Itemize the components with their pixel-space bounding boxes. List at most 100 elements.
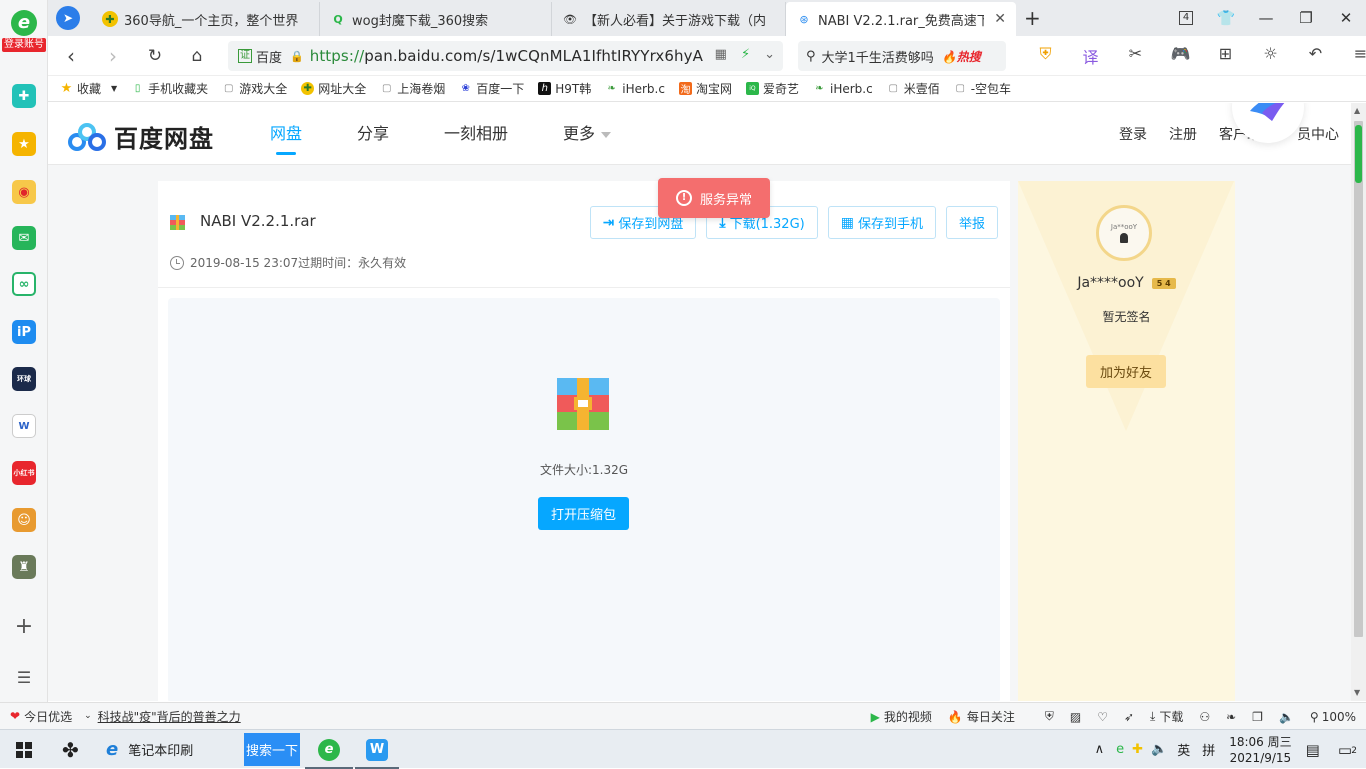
register-link[interactable]: 注册 [1169, 124, 1197, 144]
close-window-icon[interactable]: ✕ [1326, 9, 1366, 27]
tab-360-nav[interactable]: ✚ 360导航_一个主页，整个世界 [92, 2, 320, 36]
my-video[interactable]: ▶ 我的视频 [871, 708, 932, 725]
bookmark-taobao[interactable]: 淘淘宝网 [678, 80, 732, 97]
forward-icon[interactable]: › [100, 44, 126, 68]
leaf-icon[interactable]: ❧ [1226, 710, 1236, 724]
zoom-control[interactable]: ⚲ 100% [1310, 710, 1356, 724]
avatar[interactable]: Ja**ooY [1096, 205, 1152, 261]
home-icon[interactable]: ⌂ [184, 44, 210, 68]
bookmark-iherb-2[interactable]: ❧ iHerb.c [813, 82, 872, 96]
scissors-icon[interactable]: ✂ [1113, 44, 1158, 68]
add-sidebar-app-icon[interactable]: + [12, 614, 36, 639]
shield-ext-icon[interactable]: ⛨ [1023, 44, 1068, 68]
nav-album[interactable]: 一刻相册 [444, 103, 508, 165]
back-icon[interactable]: ‹ [58, 44, 84, 68]
taskbar-wps[interactable]: W [366, 730, 388, 769]
rocket-icon[interactable]: ➶ [1124, 710, 1134, 724]
qr-code-icon[interactable]: ▦ [715, 47, 727, 62]
fan-app-icon[interactable]: ✤ [62, 730, 79, 769]
bookmark-iherb-1[interactable]: ❧ iHerb.c [605, 82, 665, 96]
plus-health-icon[interactable]: ✚ [12, 84, 36, 108]
ime-lang[interactable]: 英 [1177, 740, 1190, 759]
window-icon[interactable]: ❐ [1252, 710, 1263, 724]
notification-center-icon[interactable]: ▭ 2 [1338, 741, 1357, 759]
notes-icon[interactable]: ▤ [1306, 741, 1320, 759]
scroll-thumb[interactable] [1354, 121, 1363, 637]
bookmark-iqiyi[interactable]: iQ 爱奇艺 [745, 80, 799, 97]
tab-wog-search[interactable]: Q wog封魔下载_360搜索 [320, 2, 552, 36]
taskbar-360-browser[interactable]: e [318, 730, 340, 769]
image-icon[interactable]: ▨ [1070, 710, 1081, 724]
bird-widget-icon[interactable] [1232, 103, 1304, 143]
add-friend-button[interactable]: 加为好友 [1086, 355, 1166, 388]
speed-mode-icon[interactable]: ⚡ [741, 47, 750, 62]
scroll-up-icon[interactable]: ▲ [1354, 106, 1360, 115]
gamepad-icon[interactable]: ⚇ [1199, 710, 1210, 724]
bookmark-h9t[interactable]: h H9T韩 [538, 80, 591, 97]
game-avatar-icon[interactable]: ☺ [12, 508, 36, 532]
new-tab-icon[interactable]: + [1024, 6, 1041, 30]
open-archive-button[interactable]: 打开压缩包 [538, 497, 629, 530]
star-favorites-icon[interactable]: ★ [12, 132, 36, 156]
tab-newbie-guide[interactable]: 👁 【新人必看】关于游戏下载（内 [552, 2, 786, 36]
minimize-icon[interactable]: — [1246, 9, 1286, 27]
news-ticker[interactable]: ⌄ 科技战"疫"背后的普善之力 [84, 708, 241, 725]
bookmark-baidu[interactable]: ❀ 百度一下 [459, 80, 525, 97]
refresh-icon[interactable]: ↻ [142, 44, 168, 68]
heart-outline-icon[interactable]: ♡ [1097, 710, 1108, 724]
system-clock[interactable]: 18:06 周三 2021/9/15 [1229, 734, 1291, 766]
save-to-phone-button[interactable]: ▦ 保存到手机 [827, 206, 936, 239]
navigation-icon[interactable]: ➤ [56, 6, 80, 30]
tray-expand-icon[interactable]: ∧ [1095, 742, 1105, 757]
shirt-skin-icon[interactable]: 👕 [1206, 9, 1246, 27]
windows-start-icon[interactable] [16, 742, 32, 758]
url-dropdown-icon[interactable]: ⌄ [764, 47, 775, 62]
security-shield-icon[interactable]: ⛨ [1045, 709, 1054, 724]
bookmark-empty-package[interactable]: ▢ -空包车 [954, 80, 1011, 97]
tab-count-icon[interactable]: 4 [1179, 11, 1193, 25]
share-icon[interactable]: ∞ [12, 272, 36, 296]
nav-netdisk[interactable]: 网盘 [270, 103, 302, 165]
tray-360-safe-icon[interactable]: ✚ [1132, 742, 1143, 757]
mail-icon[interactable]: ✉ [12, 226, 36, 250]
sidebar-menu-icon[interactable]: ☰ [12, 665, 36, 689]
translate-icon[interactable]: 译 [1068, 44, 1113, 68]
xiaohongshu-icon[interactable]: 小红书 [12, 461, 36, 485]
restore-icon[interactable]: ❐ [1286, 9, 1326, 27]
ime-mode[interactable]: 拼 [1202, 740, 1215, 759]
weibo-icon[interactable]: ◉ [12, 180, 36, 204]
close-tab-icon[interactable]: ✕ [994, 11, 1006, 27]
login-link[interactable]: 登录 [1119, 124, 1147, 144]
tab-baidu-pan[interactable]: ⊛ NABI V2.2.1.rar_免费高速下载 ✕ [786, 2, 1016, 36]
bookmark-mobile[interactable]: ▯ 手机收藏夹 [131, 80, 208, 97]
global-game-icon[interactable]: 环球 [12, 367, 36, 391]
bookmark-games[interactable]: ▢ 游戏大全 [222, 80, 287, 97]
report-button[interactable]: 举报 [945, 206, 998, 239]
pubg-game-icon[interactable]: ♜ [12, 555, 36, 579]
url-input[interactable]: 证 百度 🔒 https://pan.baidu.com/s/1wCQnMLA1… [228, 41, 783, 71]
scroll-down-icon[interactable]: ▼ [1354, 688, 1360, 697]
login-account-button[interactable]: e 登录账号 [2, 10, 46, 60]
bookmark-favorites[interactable]: ★ 收藏 ▼ [60, 80, 118, 97]
bookmark-mi100[interactable]: ▢ 米壹佰 [887, 80, 939, 97]
daily-focus[interactable]: 🔥 每日关注 [948, 708, 1015, 725]
menu-icon[interactable]: ≡ [1338, 44, 1366, 68]
nav-more[interactable]: 更多 [563, 103, 612, 165]
volume-icon[interactable]: 🔈 [1279, 710, 1294, 724]
taskbar-search-button[interactable]: 搜索一下 [244, 733, 300, 766]
volume-icon[interactable]: 🔈 [1151, 742, 1167, 757]
bookmark-shanghai[interactable]: ▢ 上海卷烟 [380, 80, 445, 97]
tray-360-icon[interactable]: e [1116, 742, 1124, 757]
bookmark-urls[interactable]: ✚ 网址大全 [301, 80, 366, 97]
nav-share[interactable]: 分享 [357, 103, 389, 165]
page-scrollbar[interactable]: ▲ ▼ [1351, 103, 1366, 701]
baidu-pan-logo[interactable]: 百度网盘 [68, 119, 214, 154]
word-doc-icon[interactable]: W [12, 414, 36, 438]
taskbar-notebook-app[interactable]: e 笔记本印刷 [106, 730, 193, 769]
brightness-icon[interactable]: ☼ [1248, 44, 1293, 68]
search-input[interactable]: ⚲ 大学1千生活费够吗 🔥热搜 [798, 41, 1006, 71]
download-manager[interactable]: ⤓ 下载 [1150, 708, 1183, 725]
apps-grid-icon[interactable]: ⊞ [1203, 44, 1248, 68]
today-picks[interactable]: ❤ 今日优选 [10, 708, 72, 725]
ip-app-icon[interactable]: iP [12, 320, 36, 344]
